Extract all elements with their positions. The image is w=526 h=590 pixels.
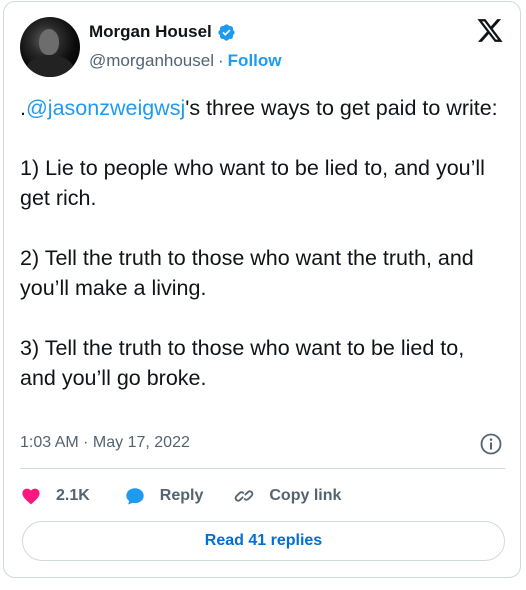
author-handle[interactable]: @morganhousel [89, 51, 214, 71]
action-bar: 2.1K Reply Copy link [20, 483, 341, 509]
link-icon [235, 490, 254, 502]
likes-count: 2.1K [56, 487, 90, 504]
read-replies-label: Read 41 replies [204, 532, 323, 549]
avatar[interactable] [20, 17, 80, 77]
reply-bubble-icon [126, 488, 144, 505]
reply-label: Reply [159, 487, 204, 504]
avatar-face [39, 29, 59, 55]
tweet-body: 's three ways to get paid to write: 1) L… [20, 96, 498, 390]
author-name-row: Morgan Housel [89, 22, 236, 42]
author-handle-row: @morganhousel · Follow [89, 51, 282, 71]
x-logo-icon[interactable] [476, 19, 504, 45]
reply-button[interactable]: Reply [124, 485, 204, 507]
mention-link[interactable]: @jasonzweigwsj [26, 96, 185, 120]
avatar-shoulders [26, 55, 74, 77]
heart-icon [22, 488, 40, 505]
read-replies-button[interactable]: Read 41 replies [22, 521, 505, 561]
author-name[interactable]: Morgan Housel [89, 22, 212, 42]
like-button[interactable]: 2.1K [20, 485, 90, 507]
separator-dot: · [218, 51, 224, 70]
tweet-text: .@jasonzweigwsj's three ways to get paid… [20, 93, 506, 393]
verified-badge-icon [218, 23, 235, 41]
divider [20, 468, 505, 469]
tweet-timestamp[interactable]: 1:03 AM · May 17, 2022 [20, 434, 190, 452]
follow-button[interactable]: Follow [228, 51, 282, 71]
copy-link-button[interactable]: Copy link [233, 485, 341, 507]
info-icon[interactable] [479, 432, 503, 456]
copy-link-label: Copy link [269, 487, 342, 504]
